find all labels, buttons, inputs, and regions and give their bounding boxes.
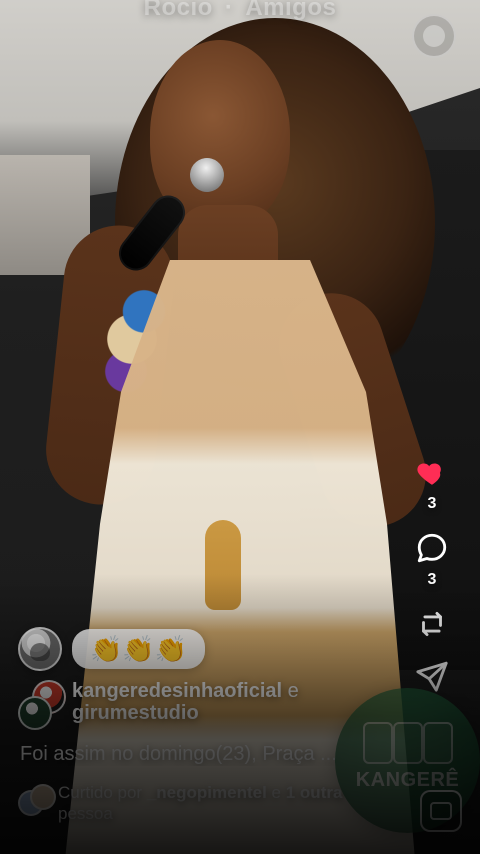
dress-tassel (205, 520, 241, 610)
send-icon[interactable] (415, 659, 449, 693)
audio-logo-button[interactable] (420, 790, 462, 832)
logo-drum-3 (423, 722, 453, 764)
author-join: e (287, 680, 299, 702)
logo-drum-1 (363, 722, 393, 764)
author-row: kangeredesinhaoficial e girumestudio (18, 680, 398, 730)
logo-drum-2 (393, 722, 423, 764)
audio-logo-icon (430, 802, 452, 820)
liked-avatars (18, 784, 56, 816)
comments-count: 3 (427, 571, 437, 588)
repost-icon[interactable] (415, 607, 449, 641)
liked-prefix: Curtido por (58, 783, 143, 802)
author-secondary[interactable]: girumestudio (72, 702, 199, 724)
action-rail: 3 3 (402, 455, 462, 693)
liked-avatar-2 (30, 784, 56, 810)
logo-wordmark: KANGERÊ (355, 769, 460, 791)
send-action[interactable] (415, 659, 449, 693)
likes-count: 3 (427, 495, 437, 512)
logo-drums (363, 722, 453, 764)
heart-icon[interactable] (415, 455, 449, 489)
author-avatars[interactable] (18, 680, 66, 730)
liked-count[interactable]: 1 outra (286, 783, 343, 802)
liked-user[interactable]: _negopimentel (147, 783, 267, 802)
comment-overlay: 👏👏👏 (18, 625, 206, 673)
reel-viewer: Rocio · Amigos 3 3 👏👏👏 kangeredesinhaofi… (0, 0, 480, 854)
liked-by-text: Curtido por _negopimentel e 1 outra pess… (58, 782, 342, 824)
commenter-avatar[interactable] (18, 627, 62, 671)
comment-action[interactable]: 3 (415, 531, 449, 589)
author-primary[interactable]: kangeredesinhaoficial (72, 680, 282, 702)
post-caption[interactable]: Foi assim no domingo(23), Praça ... (20, 742, 380, 766)
liked-join: e (271, 783, 282, 802)
repost-action[interactable] (415, 607, 449, 641)
comment-bubble: 👏👏👏 (72, 629, 206, 669)
liked-suffix: pessoa (58, 804, 113, 823)
comment-icon[interactable] (415, 531, 449, 565)
top-record-button[interactable] (412, 14, 456, 58)
like-action[interactable]: 3 (415, 455, 449, 513)
author-text[interactable]: kangeredesinhaoficial e girumestudio (72, 680, 299, 724)
author-avatar-2[interactable] (18, 696, 52, 730)
